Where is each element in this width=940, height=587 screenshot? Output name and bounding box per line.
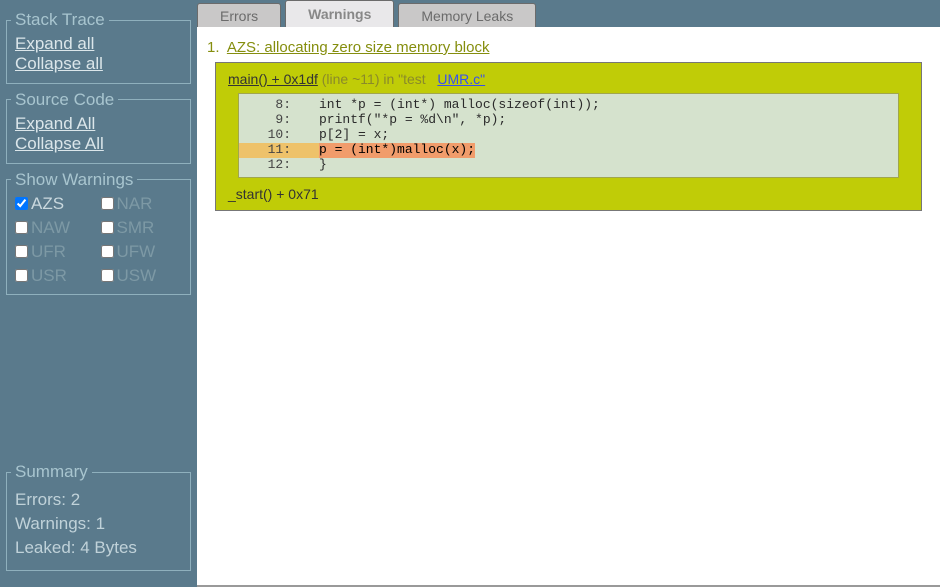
- collapse-all-stack[interactable]: Collapse all: [15, 54, 182, 74]
- warning-filter-checkbox-ufr[interactable]: [15, 245, 28, 258]
- code-source: printf("*p = %d\n", *p);: [319, 113, 506, 128]
- frame-function[interactable]: main() + 0x1df: [228, 71, 318, 87]
- warning-title[interactable]: AZS: allocating zero size memory block: [227, 39, 490, 56]
- warning-filter-smr[interactable]: SMR: [101, 218, 183, 238]
- warning-filter-ufr[interactable]: UFR: [15, 242, 97, 262]
- stack-trace-legend: Stack Trace: [11, 10, 109, 30]
- tab-content: 1. AZS: allocating zero size memory bloc…: [197, 27, 940, 585]
- main-area: Errors Warnings Memory Leaks 1. AZS: all…: [197, 0, 940, 587]
- tab-warnings[interactable]: Warnings: [285, 0, 394, 27]
- stack-trace-panel: Stack Trace Expand all Collapse all: [6, 10, 191, 84]
- code-source: }: [319, 158, 327, 173]
- tab-errors[interactable]: Errors: [197, 3, 281, 27]
- code-line: 9: printf("*p = %d\n", *p);: [239, 113, 898, 128]
- code-gutter: [295, 128, 319, 143]
- code-gutter: [295, 113, 319, 128]
- code-source: int *p = (int*) malloc(sizeof(int));: [319, 98, 600, 113]
- source-code-legend: Source Code: [11, 90, 118, 110]
- warning-number: 1.: [207, 39, 220, 56]
- warning-filter-label: USW: [117, 266, 157, 286]
- code-line-number: 8:: [239, 98, 295, 113]
- code-source: p[2] = x;: [319, 128, 389, 143]
- summary-leaked: Leaked: 4 Bytes: [15, 538, 182, 558]
- warning-filter-ufw[interactable]: UFW: [101, 242, 183, 262]
- summary-errors: Errors: 2: [15, 490, 182, 510]
- code-line-number: 12:: [239, 158, 295, 173]
- code-line-number: 11:: [239, 143, 295, 158]
- expand-all-stack[interactable]: Expand all: [15, 34, 182, 54]
- warning-filter-checkbox-azs[interactable]: [15, 197, 28, 210]
- code-panel: 8: int *p = (int*) malloc(sizeof(int));9…: [238, 93, 899, 178]
- warning-filter-label: AZS: [31, 194, 64, 214]
- warning-header: 1. AZS: allocating zero size memory bloc…: [207, 39, 922, 56]
- source-code-panel: Source Code Expand All Collapse All: [6, 90, 191, 164]
- warning-filter-label: UFW: [117, 242, 156, 262]
- frame-line: main() + 0x1df (line ~11) in "test UMR.c…: [228, 71, 909, 87]
- show-warnings-panel: Show Warnings AZS NAR NAW SMR UFR UFW USR USW: [6, 170, 191, 295]
- summary-legend: Summary: [11, 462, 92, 482]
- summary-warnings: Warnings: 1: [15, 514, 182, 534]
- warning-filter-usr[interactable]: USR: [15, 266, 97, 286]
- trail-frame: _start() + 0x71: [228, 186, 909, 202]
- frame-lineinfo: (line ~11) in "test: [322, 71, 426, 87]
- warning-filter-label: NAW: [31, 218, 70, 238]
- warning-filter-label: USR: [31, 266, 67, 286]
- sidebar: Stack Trace Expand all Collapse all Sour…: [0, 0, 197, 587]
- tab-memory-leaks[interactable]: Memory Leaks: [398, 3, 536, 27]
- code-line: 8: int *p = (int*) malloc(sizeof(int));: [239, 98, 898, 113]
- warning-filter-azs[interactable]: AZS: [15, 194, 97, 214]
- warning-filter-nar[interactable]: NAR: [101, 194, 183, 214]
- warning-filter-checkbox-usw[interactable]: [101, 269, 114, 282]
- code-gutter: [295, 143, 319, 158]
- code-line-number: 10:: [239, 128, 295, 143]
- code-line: 10: p[2] = x;: [239, 128, 898, 143]
- frame-file[interactable]: UMR.c": [437, 71, 485, 87]
- tab-bar: Errors Warnings Memory Leaks: [197, 0, 940, 27]
- warning-filter-checkbox-usr[interactable]: [15, 269, 28, 282]
- warning-filter-label: SMR: [117, 218, 155, 238]
- code-line: 11: p = (int*)malloc(x);: [239, 143, 898, 158]
- warning-filter-checkbox-naw[interactable]: [15, 221, 28, 234]
- expand-all-source[interactable]: Expand All: [15, 114, 182, 134]
- warning-block: main() + 0x1df (line ~11) in "test UMR.c…: [215, 62, 922, 211]
- warning-filter-checkbox-nar[interactable]: [101, 197, 114, 210]
- code-gutter: [295, 158, 319, 173]
- warning-filter-label: NAR: [117, 194, 153, 214]
- summary-panel: Summary Errors: 2 Warnings: 1 Leaked: 4 …: [6, 462, 191, 571]
- warning-filter-checkbox-smr[interactable]: [101, 221, 114, 234]
- warning-filter-checkbox-ufw[interactable]: [101, 245, 114, 258]
- code-gutter: [295, 98, 319, 113]
- warning-filter-naw[interactable]: NAW: [15, 218, 97, 238]
- code-line-number: 9:: [239, 113, 295, 128]
- warning-filter-label: UFR: [31, 242, 66, 262]
- warning-filter-usw[interactable]: USW: [101, 266, 183, 286]
- code-line: 12: }: [239, 158, 898, 173]
- code-source: p = (int*)malloc(x);: [319, 143, 475, 158]
- collapse-all-source[interactable]: Collapse All: [15, 134, 182, 154]
- show-warnings-legend: Show Warnings: [11, 170, 137, 190]
